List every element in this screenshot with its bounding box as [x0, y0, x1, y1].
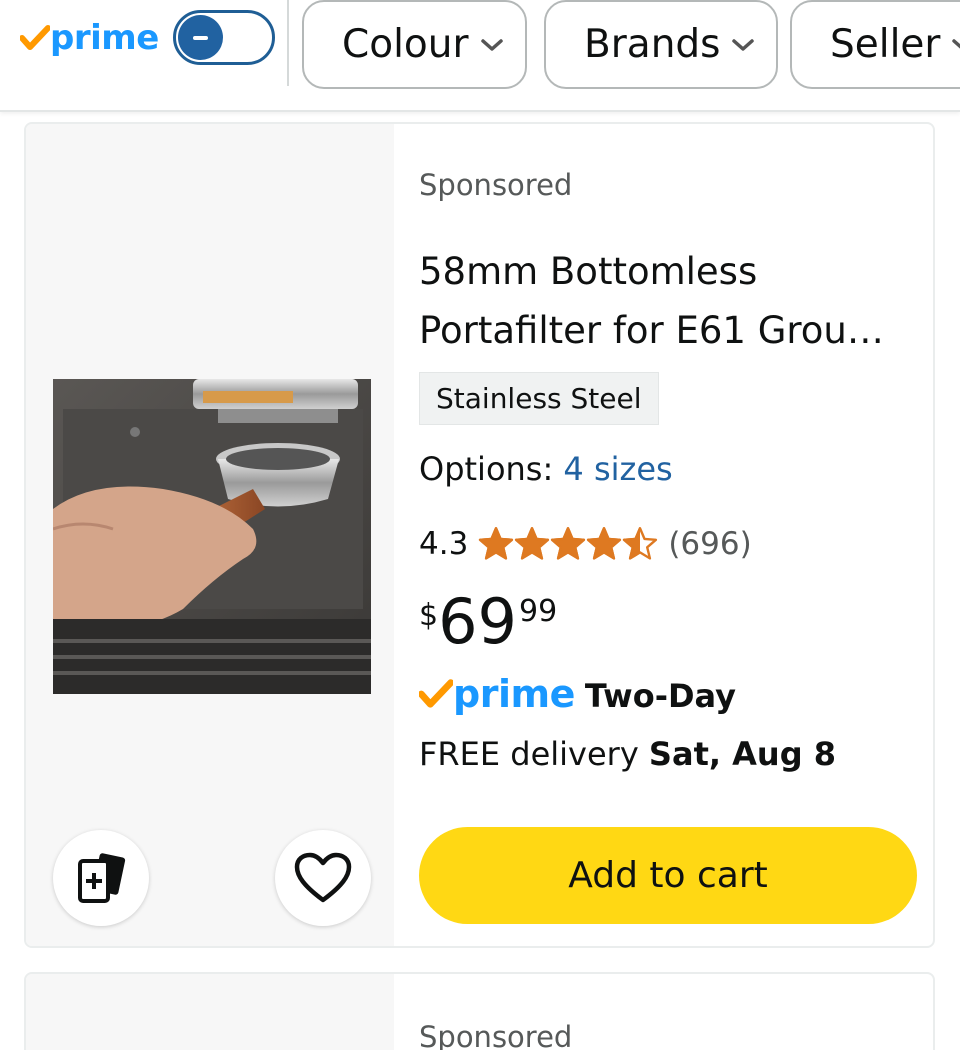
product-title[interactable]: 58mm Bottomless Portafilter for E61 Grou…: [419, 242, 919, 360]
material-badge: Stainless Steel: [419, 372, 659, 425]
next-product-card: Sponsored: [24, 972, 935, 1050]
price-whole: 69: [438, 585, 517, 658]
star-icon: [479, 527, 514, 560]
product-title-line-1: 58mm Bottomless: [419, 250, 758, 293]
star-icon: [623, 527, 658, 560]
rating-value: 4.3: [419, 526, 469, 562]
prime-label: prime: [453, 672, 575, 716]
star-icon: [551, 527, 586, 560]
compare-button[interactable]: [53, 830, 149, 926]
star-icon: [587, 527, 622, 560]
heart-icon: [294, 852, 352, 903]
next-product-image-panel: [26, 974, 394, 1050]
product-image-panel: [26, 124, 394, 946]
prime-logo: prime: [419, 672, 575, 716]
options-row: Options: 4 sizes: [419, 450, 673, 488]
seller-filter-chip[interactable]: Seller: [790, 0, 960, 89]
seller-chip-label: Seller: [830, 22, 941, 67]
prime-check-icon: [419, 679, 453, 708]
prime-filter-label: prime: [50, 18, 159, 58]
star-icon: [515, 527, 550, 560]
price-fraction: 99: [519, 594, 558, 629]
colour-filter-chip[interactable]: Colour: [302, 0, 527, 89]
price-symbol: $: [419, 598, 439, 633]
chevron-down-icon: [480, 38, 503, 51]
prime-check-icon: [20, 25, 50, 50]
prime-logo: prime: [20, 18, 159, 58]
compare-cards-icon: [78, 853, 126, 903]
prime-filter-logo: prime: [20, 16, 159, 60]
chevron-down-icon: [732, 38, 755, 51]
delivery-date: Sat, Aug 8: [648, 735, 837, 773]
brands-filter-chip[interactable]: Brands: [544, 0, 779, 89]
portafilter-photo: [53, 379, 371, 694]
sponsored-label: Sponsored: [419, 168, 573, 202]
next-sponsored-label: Sponsored: [419, 1020, 573, 1050]
add-to-cart-button[interactable]: Add to cart: [419, 827, 917, 924]
prime-speed: Two-Day: [584, 677, 737, 715]
options-label: Options:: [419, 450, 554, 488]
delivery-info: FREE delivery Sat, Aug 8: [419, 735, 836, 773]
product-details: Sponsored 58mm Bottomless Portafilter fo…: [419, 124, 933, 946]
options-sizes-link[interactable]: 4 sizes: [563, 450, 672, 488]
filter-divider: [287, 0, 289, 86]
product-title-line-2: Portafilter for E61 Grou…: [419, 309, 884, 352]
toggle-knob: [178, 15, 223, 60]
filter-bar: prime Colour Brands Seller: [0, 0, 960, 112]
rating-row[interactable]: 4.3 (696): [419, 522, 752, 566]
chevron-down-icon: [952, 38, 960, 48]
rating-count[interactable]: (696): [668, 526, 751, 562]
price: $ 69 99: [419, 588, 557, 656]
star-rating: [478, 526, 658, 562]
delivery-prefix: FREE delivery: [419, 735, 639, 773]
product-card: Sponsored 58mm Bottomless Portafilter fo…: [24, 122, 935, 948]
prime-toggle[interactable]: [173, 10, 275, 65]
brands-chip-label: Brands: [584, 22, 721, 67]
prime-delivery-badge: prime Two-Day: [419, 672, 736, 716]
product-image[interactable]: [53, 379, 371, 694]
colour-chip-label: Colour: [342, 22, 469, 67]
wishlist-button[interactable]: [275, 830, 371, 926]
